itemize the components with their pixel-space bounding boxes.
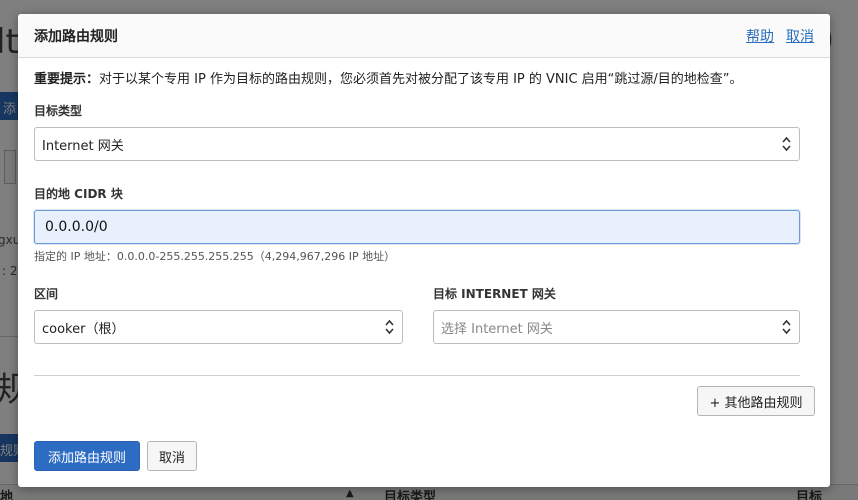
- add-another-rule-button[interactable]: + 其他路由规则: [697, 386, 815, 416]
- target-gateway-placeholder: 选择 Internet 网关: [441, 321, 553, 337]
- compartment-value: cooker（根）: [42, 321, 125, 337]
- cidr-value: 0.0.0.0/0: [45, 219, 108, 235]
- add-route-rule-button[interactable]: 添加路由规则: [34, 441, 140, 471]
- compartment-field: 区间 cooker（根）: [34, 285, 403, 344]
- dialog-body: 重要提示：对于以某个专用 IP 作为目标的路由规则，您必须首先对被分配了该专用 …: [18, 71, 830, 89]
- select-arrows-icon: [782, 136, 791, 152]
- target-type-label: 目标类型: [34, 104, 83, 118]
- target-type-select[interactable]: Internet 网关: [34, 127, 800, 161]
- dialog-header: 添加路由规则 帮助 取消: [18, 14, 830, 58]
- section-divider: [34, 375, 800, 376]
- select-arrows-icon: [782, 319, 791, 335]
- cidr-hint: 指定的 IP 地址：0.0.0.0-255.255.255.255（4,294,…: [34, 250, 396, 263]
- compartment-select[interactable]: cooker（根）: [34, 310, 403, 344]
- help-link[interactable]: 帮助: [746, 26, 774, 46]
- notice-label: 重要提示：: [34, 72, 100, 87]
- target-gateway-select[interactable]: 选择 Internet 网关: [433, 310, 800, 344]
- cidr-input[interactable]: 0.0.0.0/0: [34, 210, 800, 244]
- select-arrows-icon: [385, 319, 394, 335]
- important-notice: 重要提示：对于以某个专用 IP 作为目标的路由规则，您必须首先对被分配了该专用 …: [34, 71, 814, 89]
- compartment-label: 区间: [34, 287, 59, 301]
- target-gateway-field: 目标 INTERNET 网关 选择 Internet 网关: [433, 285, 800, 344]
- cancel-button[interactable]: 取消: [147, 441, 197, 471]
- add-route-rule-dialog: 添加路由规则 帮助 取消 重要提示：对于以某个专用 IP 作为目标的路由规则，您…: [18, 14, 830, 487]
- dialog-title: 添加路由规则: [34, 28, 118, 45]
- target-type-value: Internet 网关: [42, 138, 124, 154]
- notice-text: 对于以某个专用 IP 作为目标的路由规则，您必须首先对被分配了该专用 IP 的 …: [99, 72, 743, 87]
- cidr-field: 目的地 CIDR 块 0.0.0.0/0 指定的 IP 地址：0.0.0.0-2…: [34, 185, 800, 264]
- cancel-link[interactable]: 取消: [786, 26, 814, 46]
- cidr-label: 目的地 CIDR 块: [34, 187, 123, 201]
- target-gateway-label: 目标 INTERNET 网关: [433, 287, 556, 301]
- target-type-field: 目标类型 Internet 网关: [34, 102, 800, 161]
